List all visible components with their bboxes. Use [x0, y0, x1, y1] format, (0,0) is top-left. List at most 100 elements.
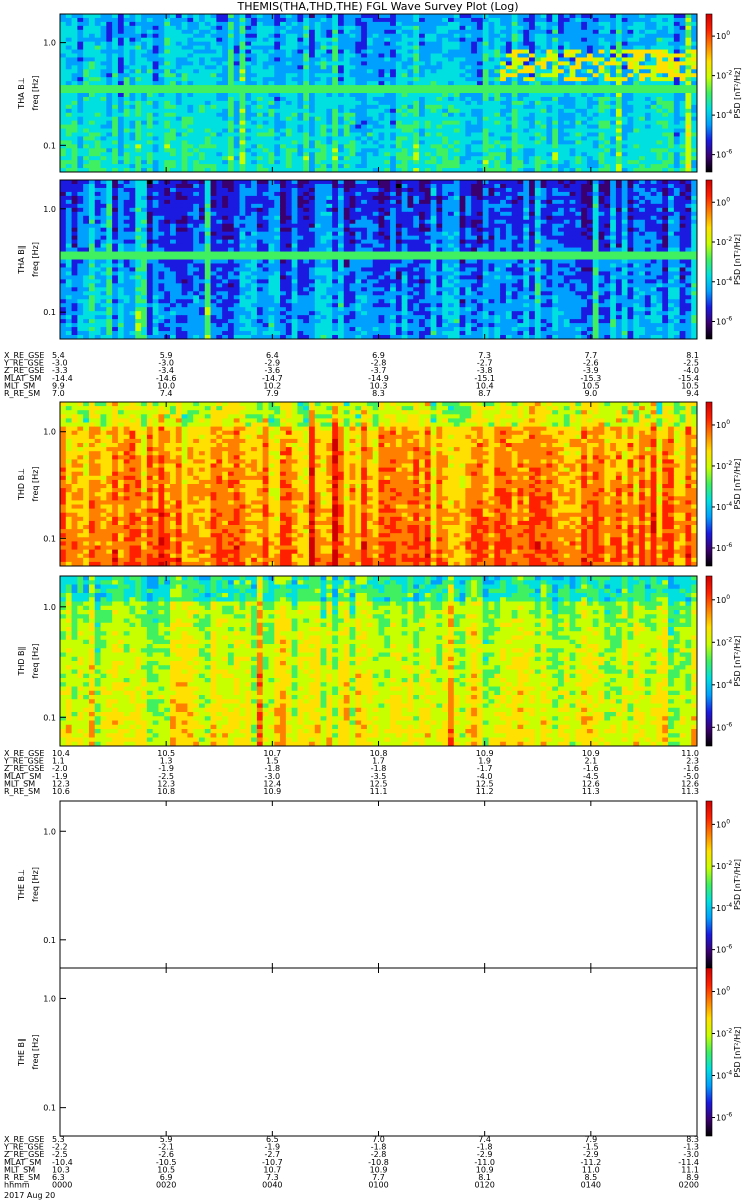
spectrogram-cell: [303, 81, 310, 86]
spectrogram-cell: [430, 33, 437, 39]
spectrogram-cell: [262, 25, 269, 31]
spectrogram-cell: [558, 85, 565, 90]
spectrogram-cell: [337, 120, 345, 125]
spectrogram-cell: [94, 132, 101, 137]
spectrogram-cell: [650, 180, 657, 185]
spectrogram-cell: [152, 77, 159, 82]
spectrogram-cell: [303, 132, 310, 137]
spectrogram-cell: [170, 96, 177, 102]
spectrogram-cell: [413, 81, 420, 86]
spectrogram-cell: [424, 41, 432, 46]
spectrogram-cell: [401, 104, 408, 110]
spectrogram-cell: [94, 89, 101, 94]
spectrogram-cell: [274, 124, 281, 129]
spectrogram-cell: [668, 89, 675, 94]
spectrogram-cell: [558, 144, 565, 149]
spectrogram-cell: [668, 100, 675, 106]
spectrogram-cell: [268, 93, 275, 98]
spectrogram-cell: [413, 148, 420, 153]
spectrogram-cell: [685, 140, 692, 145]
spectrogram-cell: [60, 128, 67, 133]
spectrogram-cell: [517, 152, 524, 157]
spectrogram-cell: [523, 148, 530, 153]
spectrogram-cell: [482, 144, 489, 149]
spectrogram-cell: [540, 104, 547, 110]
spectrogram-cell: [413, 187, 420, 193]
spectrogram-cell: [465, 116, 472, 122]
spectrogram-cell: [141, 93, 148, 98]
colorbar-tick-label: 10-2: [716, 70, 732, 81]
spectrogram-cell: [644, 124, 652, 129]
spectrogram-cell: [517, 144, 524, 149]
spectrogram-cell: [529, 93, 536, 98]
spectrogram-cell: [112, 65, 119, 70]
spectrogram-cell: [447, 187, 455, 193]
spectrogram-cell: [112, 17, 119, 23]
spectrogram-cell: [135, 100, 142, 106]
spectrogram-cell: [558, 124, 565, 129]
spectrogram-cell: [129, 29, 136, 35]
spectrogram-cell: [193, 37, 200, 43]
spectrogram-cell: [517, 124, 524, 129]
spectrogram-cell: [349, 53, 356, 58]
spectrogram-cell: [639, 164, 646, 169]
spectrogram-cell: [326, 183, 333, 189]
spectrogram-cell: [679, 33, 686, 39]
spectrogram-cell: [227, 49, 235, 54]
spectrogram-cell: [668, 120, 675, 125]
spectrogram-cell: [546, 136, 553, 141]
spectrogram-cell: [222, 164, 229, 169]
spectrogram-cell: [517, 93, 524, 98]
spectrogram-cell: [581, 140, 588, 145]
spectrogram-cell: [332, 77, 339, 82]
spectrogram-cell: [563, 183, 570, 189]
spectrogram-cell: [656, 152, 663, 157]
spectrogram-cell: [494, 104, 501, 110]
spectrogram-cell: [685, 195, 692, 201]
spectrogram-cell: [407, 187, 414, 193]
spectrogram-cell: [442, 96, 449, 102]
spectrogram-cell: [442, 183, 449, 189]
spectrogram-cell: [123, 180, 130, 185]
spectrogram-cell: [691, 104, 698, 110]
spectrogram-cell: [378, 180, 385, 185]
spectrogram-cell: [332, 144, 339, 149]
spectrogram-cell: [129, 191, 136, 197]
spectrogram-cell: [615, 124, 623, 129]
spectrogram-cell: [529, 120, 536, 125]
spectrogram-cell: [355, 37, 362, 43]
spectrogram-cell: [442, 156, 449, 161]
spectrogram-cell: [633, 191, 640, 197]
spectrogram-cell: [511, 187, 518, 193]
spectrogram-cell: [447, 89, 455, 94]
spectrogram-cell: [285, 25, 293, 31]
spectrogram-cell: [355, 164, 362, 169]
spectrogram-cell: [204, 53, 211, 58]
spectrogram-cell: [227, 89, 235, 94]
spectrogram-cell: [604, 93, 611, 98]
spectrogram-cell: [476, 156, 484, 161]
spectrogram-cell: [146, 100, 154, 106]
spectrogram-cell: [187, 112, 194, 118]
spectrogram-cell: [343, 69, 350, 74]
spectrogram-cell: [141, 49, 148, 54]
spectrogram-cell: [581, 187, 588, 193]
spectrogram-cell: [679, 53, 686, 58]
spectrogram-cell: [337, 96, 345, 102]
spectrogram-cell: [650, 156, 657, 161]
spectrogram-cell: [65, 33, 72, 39]
spectrogram-cell: [60, 33, 67, 39]
spectrogram-cell: [332, 128, 339, 133]
spectrogram-cell: [390, 144, 397, 149]
spectrogram-cell: [285, 195, 293, 201]
spectrogram-cell: [419, 148, 426, 153]
spectrogram-cell: [505, 116, 513, 122]
spectrogram-cell: [372, 148, 379, 153]
spectrogram-cell: [575, 81, 582, 86]
spectrogram-cell: [94, 108, 101, 114]
spectrogram-cell: [390, 116, 397, 122]
spectrogram-cell: [546, 116, 553, 122]
spectrogram-cell: [592, 164, 599, 169]
spectrogram-cell: [488, 85, 495, 90]
spectrogram-cell: [170, 61, 177, 66]
